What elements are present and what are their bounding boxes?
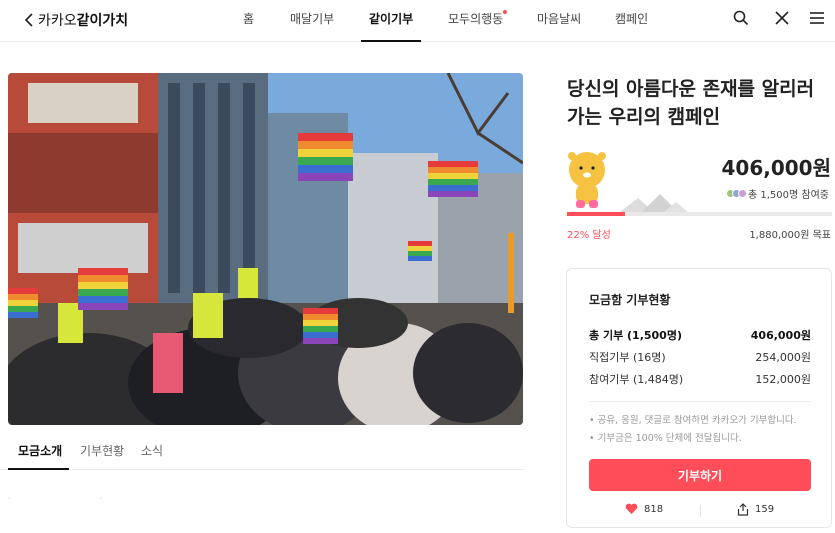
nav-together-donation[interactable]: 같이기부 <box>369 10 413 27</box>
nav-everyone-action[interactable]: 모두의행동 <box>448 10 503 27</box>
active-subtab-underline <box>8 468 69 470</box>
chevron-left-icon <box>24 13 33 27</box>
note-full-transfer: • 기부금은 100% 단체에 전달됩니다. <box>589 433 742 444</box>
brand-regular: 카카오 <box>38 13 77 29</box>
close-icon[interactable] <box>773 9 791 27</box>
row-label: 직접기부 (16명) <box>589 351 666 364</box>
nav-monthly-donation[interactable]: 매달기부 <box>290 10 334 27</box>
goal-amount: 1,880,000원 목표 <box>749 230 831 241</box>
nav-home[interactable]: 홈 <box>243 10 254 27</box>
participation-donation-row: 참여기부 (1,484명) 152,000원 <box>589 371 811 387</box>
action-separator <box>700 505 701 517</box>
tab-donation-status[interactable]: 기부현황 <box>80 442 124 459</box>
heart-icon <box>625 503 638 514</box>
tab-news[interactable]: 소식 <box>141 442 163 459</box>
brand-logo: 카카오 같이가치 <box>38 10 128 30</box>
box-title: 모금함 기부현황 <box>589 293 671 307</box>
new-badge-dot <box>503 10 507 14</box>
progress-fill <box>567 212 626 216</box>
row-value: 406,000원 <box>750 329 811 342</box>
content-tabs: 모금소개 기부현황 소식 <box>0 430 525 470</box>
progress-percent: 22% 달성 <box>567 230 611 241</box>
note-participation: • 공유, 응원, 댓글로 참여하면 카카오가 기부합니다. <box>589 415 797 426</box>
campaign-title: 당신의 아름다운 존재를 알리러 가는 우리의 캠페인 <box>567 78 815 128</box>
share-button[interactable]: 159 <box>737 503 774 516</box>
like-button[interactable]: 818 <box>625 503 663 515</box>
row-value: 152,000원 <box>755 373 811 386</box>
raised-amount: 406,000원 <box>721 156 832 180</box>
share-icon <box>737 503 749 516</box>
row-value: 254,000원 <box>755 351 811 364</box>
share-count: 159 <box>755 504 775 515</box>
menu-icon[interactable] <box>808 9 826 27</box>
top-header: 카카오 같이가치 홈 매달기부 같이기부 모두의행동 마음날씨 캠페인 <box>0 0 835 42</box>
ryan-character-icon <box>568 152 606 208</box>
campaign-photo <box>8 73 523 425</box>
donation-status-box: 모금함 기부현황 총 기부 (1,500명) 406,000원 직접기부 (16… <box>566 268 832 528</box>
tab-campaign-intro[interactable]: 모금소개 <box>18 442 62 459</box>
participant-count: 총 1,500명 참여중 <box>726 186 829 201</box>
like-count: 818 <box>644 503 664 515</box>
participant-text: 총 1,500명 참여중 <box>748 190 829 201</box>
direct-donation-row: 직접기부 (16명) 254,000원 <box>589 349 811 365</box>
content-placeholder-dots: · · <box>8 494 103 503</box>
total-donation-row: 총 기부 (1,500명) 406,000원 <box>589 327 811 343</box>
nav-campaign[interactable]: 캠페인 <box>615 10 648 27</box>
brand-bold: 같이가치 <box>76 13 129 29</box>
participant-avatars <box>726 189 747 198</box>
active-tab-underline <box>361 40 421 42</box>
search-icon[interactable] <box>732 9 750 27</box>
row-label: 참여기부 (1,484명) <box>589 373 684 386</box>
action-bar: 818 159 <box>567 501 833 521</box>
progress-mountain-illustration <box>620 194 688 212</box>
back-to-home-link[interactable]: 카카오 같이가치 <box>22 10 128 30</box>
row-label: 총 기부 (1,500명) <box>589 329 682 342</box>
box-divider <box>589 401 811 402</box>
donate-button[interactable]: 기부하기 <box>589 459 811 491</box>
campaign-intro-text-cutoff <box>8 524 523 533</box>
progress-bar <box>567 212 832 216</box>
nav-mind-weather[interactable]: 마음날씨 <box>537 10 581 27</box>
